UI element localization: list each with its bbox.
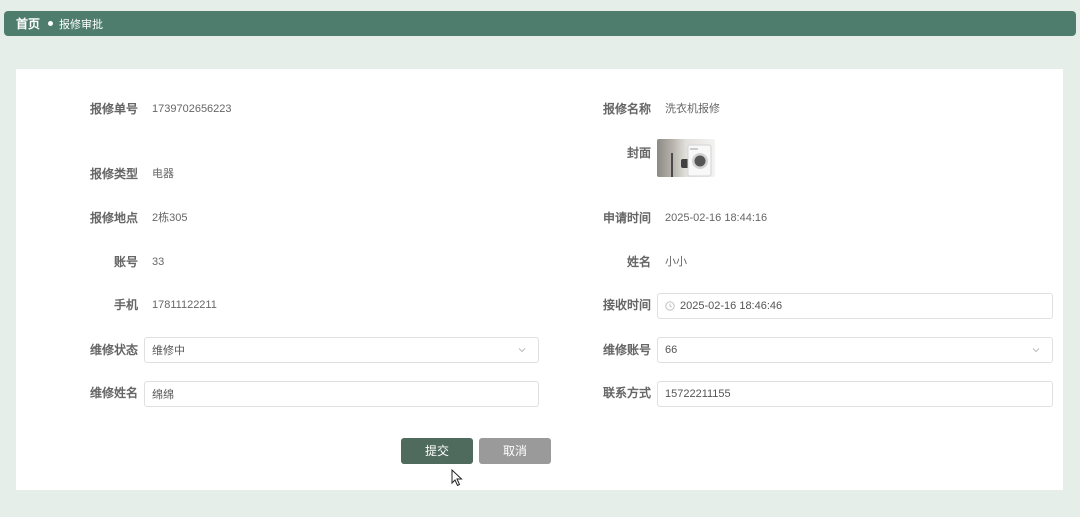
contact-input[interactable]: 15722211155 (657, 381, 1053, 407)
repair-type-value: 电器 (152, 168, 174, 180)
breadcrumb-separator-dot (48, 21, 54, 26)
mouse-cursor-icon (451, 469, 463, 487)
repair-name-label: 报修名称 (602, 102, 651, 116)
repair-name-value: 洗衣机报修 (665, 103, 720, 115)
repair-status-select[interactable]: 维修中 (144, 337, 539, 363)
chevron-down-icon (1032, 348, 1040, 353)
repair-status-label: 维修状态 (89, 343, 138, 357)
chevron-down-icon (518, 348, 526, 353)
repair-account-select[interactable]: 66 (657, 337, 1053, 363)
contact-label: 联系方式 (602, 386, 651, 400)
repair-person-input[interactable]: 绵绵 (144, 381, 539, 407)
order-no-value: 1739702656223 (152, 103, 232, 115)
repair-person-label: 维修姓名 (89, 386, 138, 400)
apply-time-label: 申请时间 (602, 211, 651, 225)
receive-time-value: 2025-02-16 18:46:46 (680, 300, 783, 312)
breadcrumb: 首页 报修审批 (4, 11, 1076, 36)
repair-approval-form: 报修单号 1739702656223 报修名称 洗衣机报修 封面 报修类型 电器… (16, 69, 1063, 490)
contact-value: 15722211155 (665, 388, 731, 400)
cancel-button[interactable]: 取消 (479, 438, 551, 464)
receive-time-picker[interactable]: 2025-02-16 18:46:46 (657, 293, 1053, 319)
phone-label: 手机 (113, 298, 138, 312)
account-value: 33 (152, 256, 165, 268)
repair-account-label: 维修账号 (602, 343, 651, 357)
order-no-label: 报修单号 (89, 102, 138, 116)
cover-label: 封面 (626, 146, 651, 160)
repair-account-value: 66 (665, 344, 678, 356)
repair-type-label: 报修类型 (89, 167, 138, 181)
cover-image (657, 139, 715, 177)
location-label: 报修地点 (89, 211, 138, 225)
breadcrumb-current: 报修审批 (59, 18, 104, 31)
location-value: 2栋305 (152, 212, 188, 224)
clock-icon (665, 301, 675, 311)
submit-button[interactable]: 提交 (401, 438, 473, 464)
name-label: 姓名 (626, 255, 651, 269)
breadcrumb-home[interactable]: 首页 (16, 15, 40, 32)
name-value: 小小 (665, 256, 687, 268)
apply-time-value: 2025-02-16 18:44:16 (665, 212, 768, 224)
repair-status-value: 维修中 (152, 345, 185, 357)
phone-value: 17811122211 (152, 299, 217, 311)
account-label: 账号 (113, 255, 138, 269)
repair-person-value: 绵绵 (152, 389, 174, 401)
receive-time-label: 接收时间 (602, 298, 651, 312)
